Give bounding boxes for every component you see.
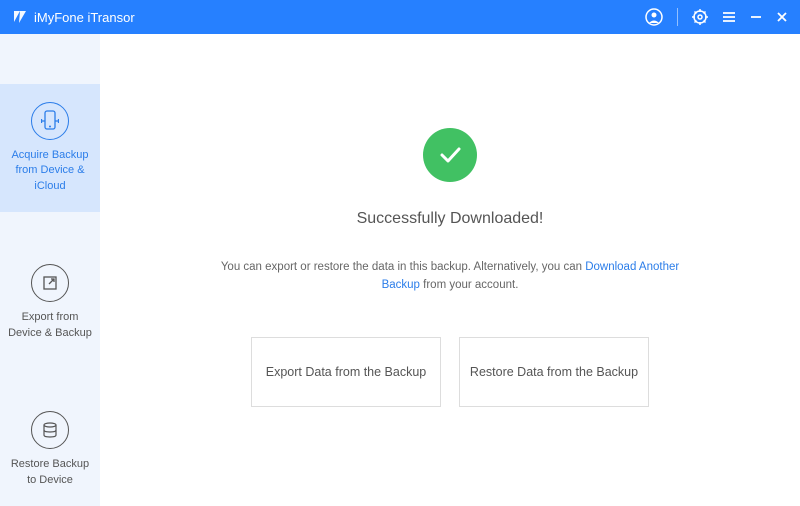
restore-icon bbox=[31, 411, 69, 449]
export-icon bbox=[31, 264, 69, 302]
app-logon-icon bbox=[12, 9, 28, 25]
success-check-icon bbox=[423, 128, 477, 182]
divider bbox=[677, 8, 678, 26]
title-bar: iMyFone iTransor bbox=[0, 0, 800, 34]
success-title: Successfully Downloaded! bbox=[357, 210, 544, 228]
content-area: Successfully Downloaded! You can export … bbox=[100, 34, 800, 506]
success-description: You can export or restore the data in th… bbox=[210, 258, 690, 295]
menu-icon[interactable] bbox=[722, 10, 736, 24]
sidebar-item-label: Export from Device & Backup bbox=[8, 310, 92, 341]
sidebar-item-acquire-backup[interactable]: Acquire Backup from Device & iCloud bbox=[0, 84, 100, 212]
sidebar-item-restore[interactable]: Restore Backup to Device bbox=[0, 393, 100, 506]
gear-icon[interactable] bbox=[692, 9, 708, 25]
header-controls bbox=[645, 8, 788, 26]
text-before-link: You can export or restore the data in th… bbox=[221, 261, 585, 273]
button-label: Export Data from the Backup bbox=[266, 365, 427, 379]
sidebar-item-label: Acquire Backup from Device & iCloud bbox=[8, 148, 92, 194]
restore-data-button[interactable]: Restore Data from the Backup bbox=[459, 337, 649, 407]
action-buttons: Export Data from the Backup Restore Data… bbox=[251, 337, 649, 407]
account-icon[interactable] bbox=[645, 8, 663, 26]
app-logo: iMyFone iTransor bbox=[12, 9, 135, 25]
sidebar-item-export[interactable]: Export from Device & Backup bbox=[0, 246, 100, 359]
app-title: iMyFone iTransor bbox=[34, 10, 135, 25]
text-after-link: from your account. bbox=[420, 279, 518, 291]
main-container: Acquire Backup from Device & iCloud Expo… bbox=[0, 34, 800, 506]
minimize-icon[interactable] bbox=[750, 11, 762, 23]
close-icon[interactable] bbox=[776, 11, 788, 23]
button-label: Restore Data from the Backup bbox=[470, 365, 638, 379]
sidebar-item-label: Restore Backup to Device bbox=[8, 457, 92, 488]
export-data-button[interactable]: Export Data from the Backup bbox=[251, 337, 441, 407]
sidebar: Acquire Backup from Device & iCloud Expo… bbox=[0, 34, 100, 506]
device-icon bbox=[31, 102, 69, 140]
